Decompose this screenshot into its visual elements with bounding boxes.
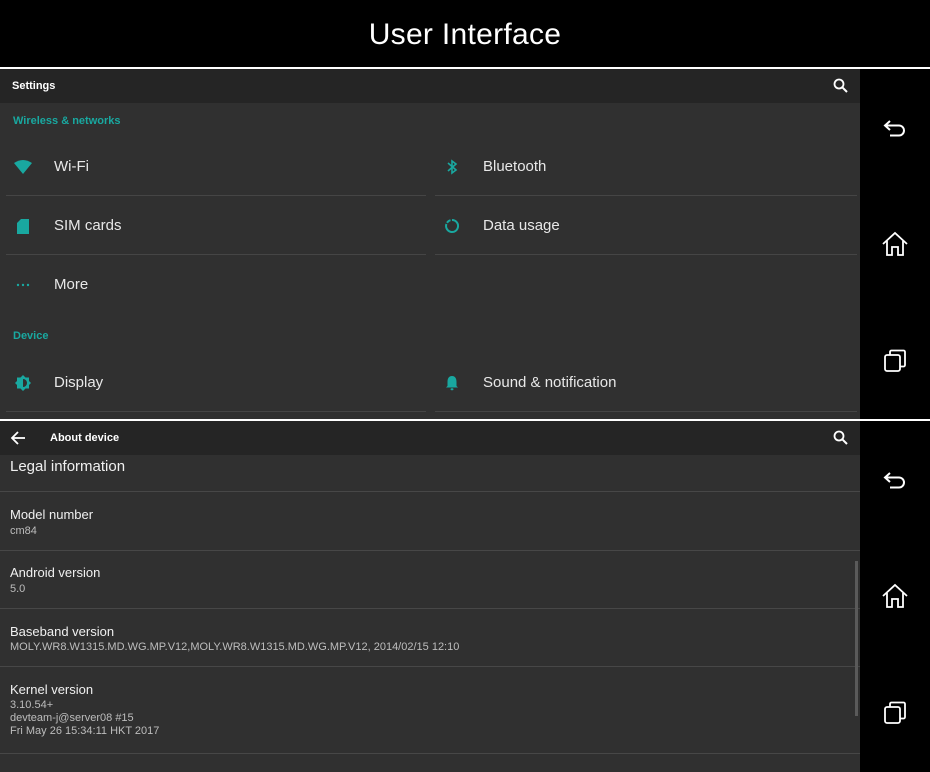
settings-item-label: Data usage xyxy=(483,217,560,234)
divider xyxy=(435,254,857,255)
settings-item-label: More xyxy=(54,276,89,293)
data-usage-icon xyxy=(443,217,461,235)
section-header-device: Device xyxy=(13,330,49,342)
settings-item-bluetooth[interactable]: Bluetooth xyxy=(435,138,857,196)
about-content: About device Legal information Model num… xyxy=(0,421,860,772)
divider xyxy=(435,411,857,412)
about-row-legal[interactable]: Legal information xyxy=(0,455,860,492)
about-toolbar: About device xyxy=(0,421,860,455)
section-header-wireless: Wireless & networks xyxy=(13,115,121,127)
back-icon[interactable] xyxy=(880,113,910,143)
row-title: Baseband version xyxy=(10,624,115,639)
settings-item-sound-notification[interactable]: Sound & notification xyxy=(435,354,857,412)
row-title: Android version xyxy=(10,565,101,580)
display-icon xyxy=(14,374,32,392)
sim-card-icon xyxy=(14,217,32,235)
about-row-kernel-version[interactable]: Kernel version 3.10.54+ devteam-j@server… xyxy=(0,667,860,754)
settings-item-sim-cards[interactable]: SIM cards xyxy=(6,197,426,255)
settings-item-wifi[interactable]: Wi-Fi xyxy=(6,138,426,196)
settings-content: Settings Wireless & networks Wi-Fi Bluet… xyxy=(0,69,860,419)
scrollbar[interactable] xyxy=(855,561,858,716)
recent-apps-icon[interactable] xyxy=(880,698,910,728)
settings-item-label: Sound & notification xyxy=(483,374,617,391)
about-row-model-number[interactable]: Model number cm84 xyxy=(0,492,860,551)
settings-item-label: Display xyxy=(54,374,104,391)
search-icon[interactable] xyxy=(832,429,850,447)
row-title: Model number xyxy=(10,507,94,522)
navigation-bar xyxy=(860,69,930,419)
bluetooth-icon xyxy=(443,158,461,176)
row-title: Kernel version xyxy=(10,682,94,697)
home-icon[interactable] xyxy=(880,229,910,259)
about-row-baseband-version[interactable]: Baseband version MOLY.WR8.W1315.MD.WG.MP… xyxy=(0,609,860,667)
banner: User Interface xyxy=(0,0,930,67)
settings-toolbar: Settings xyxy=(0,69,860,103)
banner-title: User Interface xyxy=(368,18,562,51)
settings-title: Settings xyxy=(12,80,56,92)
divider xyxy=(0,753,860,754)
about-device-screen: About device Legal information Model num… xyxy=(0,421,930,772)
about-title: About device xyxy=(50,432,120,444)
row-summary: 5.0 xyxy=(10,583,26,595)
bell-icon xyxy=(443,374,461,392)
row-title: Legal information xyxy=(10,458,126,475)
back-icon[interactable] xyxy=(880,465,910,495)
divider xyxy=(6,254,426,255)
about-row-android-version[interactable]: Android version 5.0 xyxy=(0,551,860,609)
settings-item-data-usage[interactable]: Data usage xyxy=(435,197,857,255)
settings-item-label: SIM cards xyxy=(54,217,122,234)
arrow-back-icon[interactable] xyxy=(10,430,28,446)
settings-item-label: Bluetooth xyxy=(483,158,547,175)
settings-item-label: Wi-Fi xyxy=(54,158,89,175)
recent-apps-icon[interactable] xyxy=(880,346,910,376)
divider xyxy=(435,195,857,196)
row-summary: 3.10.54+ devteam-j@server08 #15 Fri May … xyxy=(10,699,160,737)
settings-item-more[interactable]: More xyxy=(6,256,426,314)
wifi-icon xyxy=(14,158,32,176)
search-icon[interactable] xyxy=(832,77,850,95)
row-summary: cm84 xyxy=(10,525,37,537)
settings-item-display[interactable]: Display xyxy=(6,354,426,412)
more-icon xyxy=(14,276,32,294)
settings-screen: Settings Wireless & networks Wi-Fi Bluet… xyxy=(0,69,930,419)
home-icon[interactable] xyxy=(880,581,910,611)
divider xyxy=(6,195,426,196)
divider xyxy=(6,411,426,412)
navigation-bar xyxy=(860,421,930,772)
row-summary: MOLY.WR8.W1315.MD.WG.MP.V12,MOLY.WR8.W13… xyxy=(10,641,460,653)
